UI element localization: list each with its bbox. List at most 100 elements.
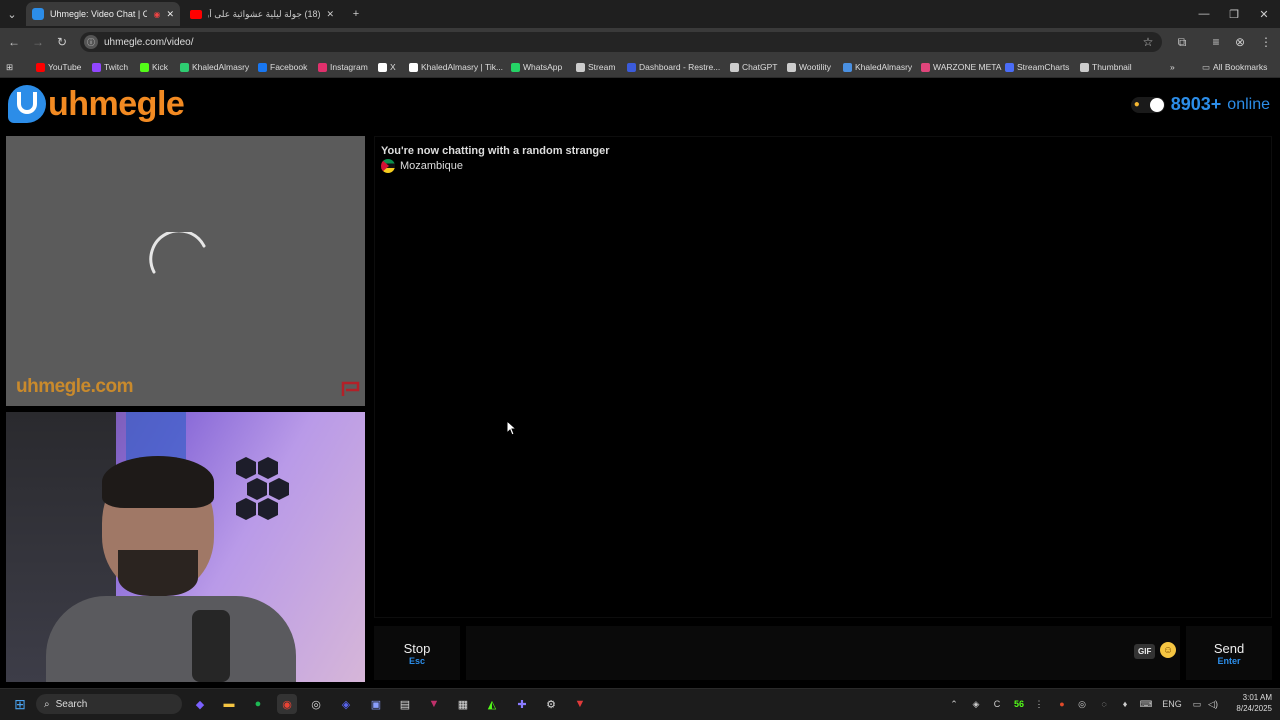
bookmark-favicon-icon [921,62,930,72]
tray-record-icon[interactable]: ● [1054,696,1070,712]
forward-icon[interactable]: → [28,32,48,52]
gif-button[interactable]: GIF [1134,644,1156,659]
tray-app2-icon[interactable]: ◌ [1096,696,1112,712]
bookmark-item[interactable]: X [378,59,396,75]
tab-youtube[interactable]: (18) جولة ليلية عشوائية على أومي ✕ [184,2,340,26]
tray-steam-icon[interactable]: ◎ [1074,696,1090,712]
bookmark-label: ChatGPT [742,62,778,72]
all-bookmarks[interactable]: ▭ All Bookmarks [1202,59,1267,75]
address-bar[interactable]: ⓘ uhmegle.com/video/ [80,32,1162,52]
toggle-knob [1149,97,1164,112]
all-bookmarks-label: All Bookmarks [1213,62,1268,72]
bookmark-item[interactable]: Dashboard - Restre... [627,59,720,75]
discord-icon[interactable]: ◈ [336,694,356,714]
language-indicator[interactable]: ENG [1160,696,1184,712]
send-button[interactable]: Send Enter [1186,626,1272,680]
settings-icon[interactable]: ⚙ [541,694,561,714]
bookmark-item[interactable]: Wootility [787,59,831,75]
online-label: online [1227,95,1270,113]
game-controller-icon[interactable]: ✚ [512,694,532,714]
bookmark-item[interactable]: Stream [576,59,615,75]
app6-icon[interactable]: ◭ [482,694,502,714]
bookmark-item[interactable]: Instagram [318,59,368,75]
media-control-icon[interactable]: ≡ [1206,32,1226,52]
bookmark-item[interactable]: Thumbnail [1080,59,1132,75]
copilot-icon[interactable]: ◆ [190,694,210,714]
file-explorer-icon[interactable]: ▬ [219,694,239,714]
stop-button[interactable]: Stop Esc [374,626,460,680]
tray-badge-number[interactable]: 56 [1008,696,1030,712]
new-tab-icon[interactable]: + [340,0,372,28]
bookmark-star-icon[interactable]: ☆ [1138,32,1158,52]
country-line: Mozambique [381,159,463,173]
uhmegle-favicon-icon [32,8,44,20]
app4-icon[interactable]: ▼ [424,694,444,714]
bookmark-item[interactable]: KhaledAlmasry [180,59,249,75]
tab-close-icon[interactable]: ✕ [166,9,174,20]
theme-toggle[interactable]: ● [1130,96,1165,113]
extensions-icon[interactable]: ⧉ [1172,32,1192,52]
bookmark-item[interactable]: KhaledAlmasry [843,59,912,75]
report-flag-icon[interactable] [340,380,362,398]
bookmark-item[interactable]: ChatGPT [730,59,777,75]
bookmark-item[interactable]: Twitch [92,59,128,75]
bookmark-favicon-icon [258,62,267,72]
time-text: 3:01 AM [1242,693,1272,702]
tab-search-icon[interactable]: ⌄ [2,0,22,28]
bookmark-item[interactable]: KhaledAlmasry | Tik... [409,59,503,75]
profile-icon[interactable]: ⊗ [1230,32,1250,52]
bookmark-favicon-icon [1005,62,1014,72]
online-count: 8903+ [1170,94,1222,114]
app-icon[interactable]: ◎ [306,694,326,714]
bookmark-item[interactable]: YouTube [36,59,81,75]
back-icon[interactable]: ← [4,32,24,52]
stranger-video: uhmegle.com [6,136,365,406]
tray-discord-icon[interactable]: ◈ [968,696,984,712]
menu-icon[interactable]: ⋮ [1256,32,1276,52]
close-window-icon[interactable]: ✕ [1248,0,1280,28]
search-label: Search [55,698,88,710]
bookmark-label: Wootility [799,62,831,72]
tray-meter-icon[interactable]: ⋮ [1032,696,1046,712]
keyboard-icon[interactable]: ⌨ [1138,696,1154,712]
bookmark-item[interactable]: StreamCharts [1005,59,1069,75]
uhmegle-logo[interactable]: uhmegle [8,84,185,124]
app3-icon[interactable]: ▤ [395,694,415,714]
bookmark-item[interactable]: WhatsApp [511,59,562,75]
emoji-icon[interactable]: ☺ [1160,642,1176,658]
spotify-icon[interactable]: ● [248,694,268,714]
app7-icon[interactable]: ▼ [570,694,590,714]
taskbar-search[interactable]: ⌕ Search [36,694,182,714]
network-icon[interactable]: ▭ [1190,696,1204,712]
app2-icon[interactable]: ▣ [366,694,386,714]
tray-app-icon[interactable]: C [990,696,1004,712]
apps-icon[interactable]: ⊞ [6,59,13,75]
bookmark-label: WhatsApp [523,62,563,72]
mouse-cursor-icon [506,420,518,436]
clock[interactable]: 3:01 AM 8/24/2025 [1224,692,1272,714]
reload-icon[interactable]: ↻ [52,32,72,52]
chrome-icon[interactable]: ◉ [277,694,297,714]
more-bookmarks-icon[interactable]: » [1170,59,1175,75]
bookmark-label: Facebook [270,62,308,72]
volume-icon[interactable]: ◁) [1206,696,1220,712]
bookmark-item[interactable]: Kick [140,59,168,75]
sun-icon: ● [1133,99,1140,110]
bookmark-label: Twitch [104,62,129,72]
restore-icon[interactable]: ❐ [1218,0,1250,28]
message-input[interactable]: GIF ☺ [466,626,1180,680]
windows-start-icon[interactable]: ⊞ [10,694,30,714]
tray-chevron-icon[interactable]: ⌃ [946,696,962,712]
minimize-icon[interactable]: — [1188,0,1220,28]
bookmark-item[interactable]: Facebook [258,59,307,75]
app5-icon[interactable]: ▦ [453,694,473,714]
bookmark-favicon-icon [730,62,739,72]
site-info-icon[interactable]: ⓘ [84,35,98,49]
tab-close-icon[interactable]: ✕ [326,9,334,20]
bookmark-favicon-icon [140,62,149,72]
tab-uhmegle[interactable]: Uhmegle: Video Chat | Om ◉ ✕ [26,2,180,26]
bookmark-label: WARZONE META [933,62,1002,72]
bookmark-item[interactable]: WARZONE META [921,59,1001,75]
microphone-icon[interactable]: ♦ [1118,696,1132,712]
bookmark-favicon-icon [180,62,189,72]
